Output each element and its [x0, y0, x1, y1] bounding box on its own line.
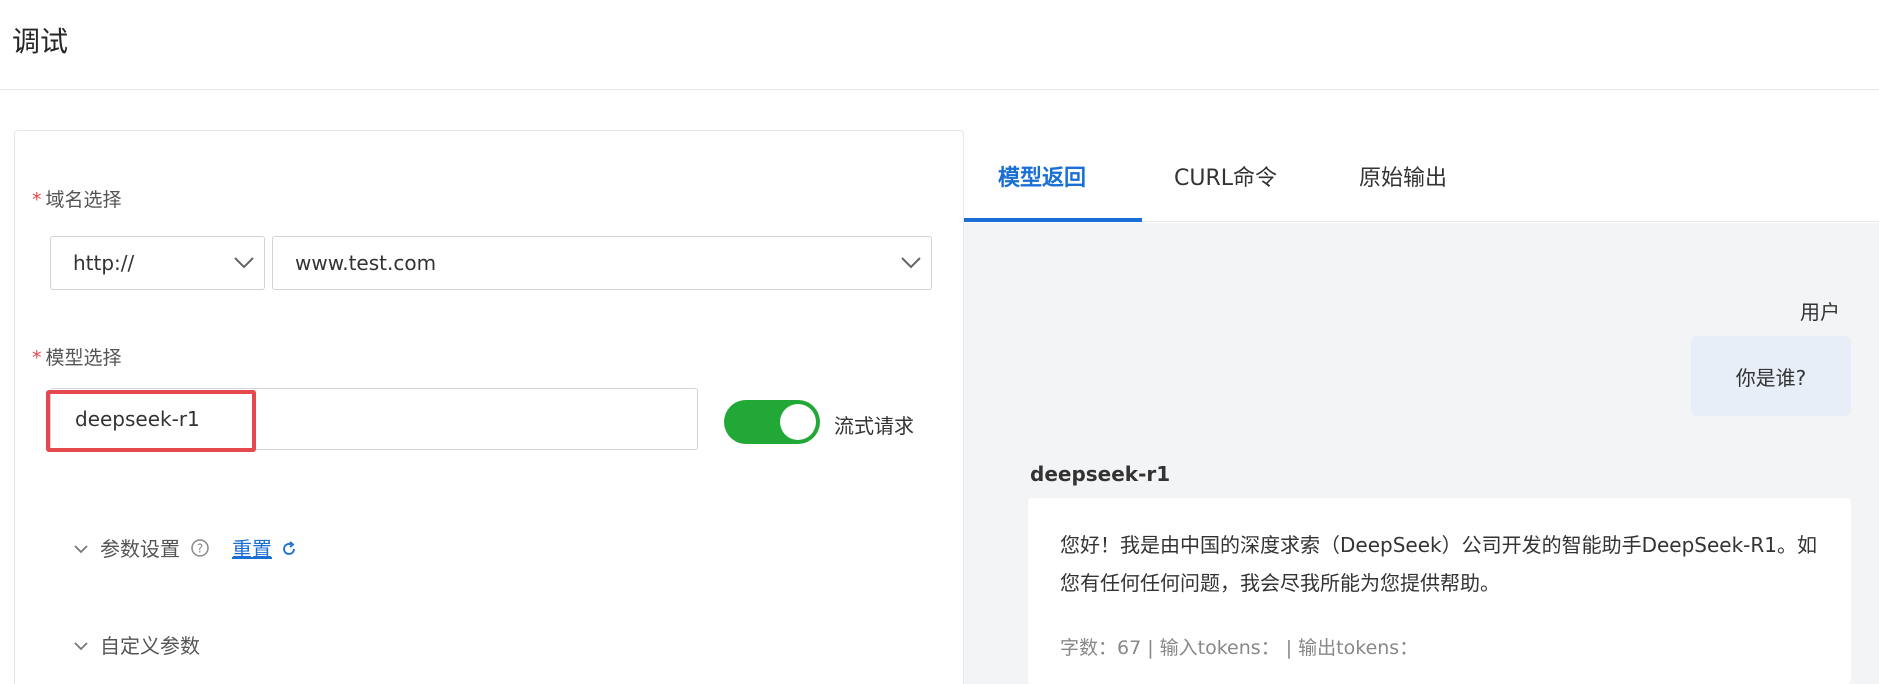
custom-params-collapse[interactable]: 自定义参数 [72, 630, 200, 659]
tab-model-response[interactable]: 模型返回 [998, 160, 1086, 222]
required-mark: * [32, 347, 42, 369]
model-input-value: deepseek-r1 [75, 407, 200, 431]
refresh-icon[interactable] [280, 539, 298, 557]
debug-page: 调试 * 域名选择 http:// www.test.com * 模型选择 deep… [0, 0, 1879, 684]
user-name: 用户 [1800, 300, 1840, 324]
model-input[interactable]: deepseek-r1 [50, 388, 698, 450]
tab-curl-command[interactable]: CURL命令 [1174, 160, 1277, 222]
domain-select[interactable]: www.test.com [272, 236, 932, 290]
svg-text:?: ? [197, 541, 203, 555]
chevron-down-icon [72, 636, 90, 654]
page-title: 调试 [12, 25, 69, 58]
chevron-down-icon [72, 539, 90, 557]
user-message-bubble: 你是谁? [1691, 336, 1851, 416]
active-tab-indicator [964, 218, 1142, 222]
chevron-down-icon [891, 237, 931, 289]
protocol-select[interactable]: http:// [50, 236, 265, 290]
domain-select-value: www.test.com [295, 251, 437, 275]
reply-stats: 字数：67 | 输入tokens： | 输出tokens： [1060, 637, 1419, 659]
reset-link[interactable]: 重置 [232, 533, 272, 562]
page-header: 调试 [0, 0, 1879, 90]
chevron-down-icon [224, 237, 264, 289]
model-label-text: 模型选择 [45, 347, 122, 369]
custom-params-label: 自定义参数 [100, 634, 200, 658]
params-label: 参数设置 [100, 537, 180, 561]
output-tabs: 模型返回 CURL命令 原始输出 [964, 140, 1879, 222]
domain-label-text: 域名选择 [45, 189, 122, 211]
params-collapse[interactable]: 参数设置 ? 重置 [72, 533, 298, 562]
required-mark: * [32, 189, 42, 211]
assistant-name: deepseek-r1 [1030, 462, 1171, 486]
model-label: * 模型选择 [32, 343, 122, 370]
protocol-select-value: http:// [73, 251, 135, 275]
domain-label: * 域名选择 [32, 185, 122, 212]
stream-toggle[interactable] [724, 400, 820, 444]
help-circle-icon[interactable]: ? [190, 538, 210, 558]
assistant-reply-text: 您好！我是由中国的深度求索（DeepSeek）公司开发的智能助手DeepSeek… [1060, 533, 1818, 595]
toggle-knob [780, 404, 816, 440]
stream-toggle-label: 流式请求 [834, 414, 914, 438]
tab-raw-output[interactable]: 原始输出 [1359, 160, 1447, 222]
